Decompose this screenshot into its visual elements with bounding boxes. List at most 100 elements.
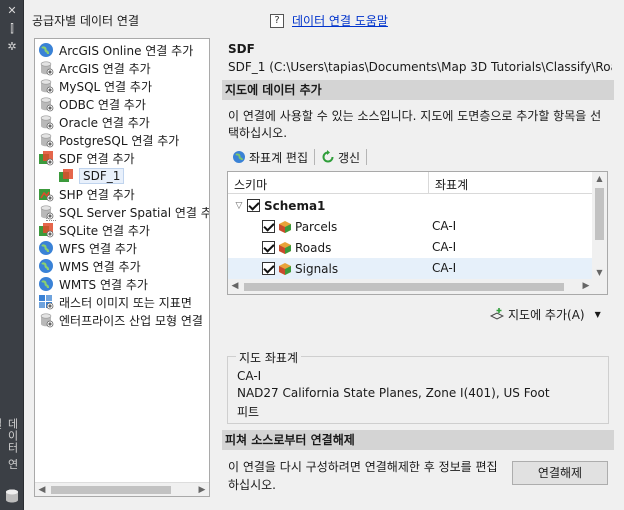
tree-item[interactable]: ArcGIS Online 연결 추가: [35, 41, 193, 59]
tree-item[interactable]: 엔터프라이즈 산업 모형 연결: [35, 311, 203, 329]
database-icon: [40, 205, 54, 220]
map-cs-unit: 피트: [237, 405, 260, 419]
tree-item-label: WMS 연결 추가: [59, 259, 141, 274]
tree-item-label: MySQL 연결 추가: [59, 79, 152, 94]
tree-item-label: Oracle 연결 추가: [59, 115, 150, 130]
connection-name: SDF: [228, 42, 255, 56]
add-to-map-label: 지도에 추가(A): [508, 307, 585, 322]
feature-class-cs: CA-I: [432, 219, 457, 233]
schema-toolbar: 좌표계 편집 갱신: [228, 146, 369, 168]
feature-class-row[interactable]: Parcels CA-I: [228, 216, 594, 237]
add-layer-icon: [490, 308, 504, 320]
schema-grid: 스키마 좌표계 ▽ Schema1 Parcels CA-I Roads CA-I Si…: [227, 171, 608, 295]
feature-class-icon: [279, 220, 291, 233]
tree-item[interactable]: ODBC 연결 추가: [35, 95, 146, 113]
tree-item[interactable]: WMS 연결 추가: [35, 257, 141, 275]
database-icon: [40, 115, 54, 130]
database-icon: [40, 97, 54, 112]
raster-icon: [39, 295, 54, 310]
map-cs-code: CA-I: [237, 369, 262, 383]
tree-item-label: 엔터프라이즈 산업 모형 연결: [59, 313, 203, 328]
feature-class-row[interactable]: Signals CA-I: [228, 258, 594, 279]
database-icon: [40, 133, 54, 148]
scroll-right-icon[interactable]: ▶: [579, 279, 593, 294]
dropdown-arrow-icon[interactable]: ▼: [595, 310, 601, 319]
schema-checkbox[interactable]: [247, 199, 260, 212]
disconnect-header: 피쳐 소스로부터 연결해제: [222, 430, 614, 450]
edit-cs-button[interactable]: 좌표계 편집: [228, 149, 312, 166]
tree-item-label: WFS 연결 추가: [59, 241, 137, 256]
database-icon: [40, 79, 54, 94]
tree-item-label: SHP 연결 추가: [59, 187, 135, 202]
tree-item[interactable]: WFS 연결 추가: [35, 239, 137, 257]
collapse-icon[interactable]: ▽: [231, 201, 247, 211]
database-icon: [6, 489, 18, 503]
palette-strip: ✕ ⫿ ✲ 데이터 연결: [0, 0, 24, 510]
scroll-thumb[interactable]: [595, 188, 604, 240]
tree-item[interactable]: Oracle 연결 추가: [35, 113, 150, 131]
tree-item-label: PostgreSQL 연결 추가: [59, 133, 180, 148]
grid-horizontal-scrollbar[interactable]: ◀ ▶: [228, 279, 607, 294]
database-icon: [40, 61, 54, 76]
scroll-thumb[interactable]: [244, 283, 564, 291]
tree-item[interactable]: SHP 연결 추가: [35, 185, 135, 203]
feature-class-cs: CA-I: [432, 240, 457, 254]
grid-header: 스키마 좌표계: [228, 172, 594, 194]
disconnect-button[interactable]: 연결해제: [512, 461, 608, 485]
tree-item-label: SDF 연결 추가: [59, 151, 135, 166]
feature-class-checkbox[interactable]: [262, 262, 275, 275]
tree-item-label: SDF_1: [79, 168, 125, 184]
globe-icon: [39, 241, 53, 255]
refresh-button[interactable]: 갱신: [317, 149, 364, 166]
scroll-up-icon[interactable]: ▲: [592, 172, 607, 186]
feature-class-checkbox[interactable]: [262, 241, 275, 254]
tree-item-sdf-1[interactable]: SDF_1: [55, 167, 125, 185]
schema-row[interactable]: ▽ Schema1: [228, 195, 594, 216]
disconnect-text: 이 연결을 다시 구성하려면 연결해제한 후 정보를 편집하십시오.: [228, 460, 498, 492]
refresh-label: 갱신: [338, 150, 361, 165]
tree-item-label: SQLite 연결 추가: [59, 223, 150, 238]
tree-item-label: WMTS 연결 추가: [59, 277, 148, 292]
tree-item[interactable]: 래스터 이미지 또는 지표면: [35, 293, 192, 311]
tree-item[interactable]: PostgreSQL 연결 추가: [35, 131, 179, 149]
feature-class-name: Parcels: [295, 219, 338, 234]
tree-item[interactable]: SDF 연결 추가: [35, 149, 135, 167]
tree-item[interactable]: MySQL 연결 추가: [35, 77, 152, 95]
feature-class-checkbox[interactable]: [262, 220, 275, 233]
tree-item-label: ODBC 연결 추가: [59, 97, 146, 112]
close-icon[interactable]: ✕: [4, 4, 20, 18]
tree-item[interactable]: WMTS 연결 추가: [35, 275, 148, 293]
pin-icon[interactable]: ⫿: [4, 22, 20, 36]
add-to-map-button[interactable]: 지도에 추가(A) ▼: [486, 304, 608, 324]
help-link-label[interactable]: 데이터 연결 도움말: [292, 12, 388, 29]
help-icon: ?: [270, 13, 284, 28]
feature-class-row[interactable]: Roads CA-I: [228, 237, 594, 258]
data-connect-pane: 공급자별 데이터 연결 ? 데이터 연결 도움말 ArcGIS Online 연…: [24, 0, 624, 510]
globe-icon: [39, 43, 53, 57]
tree-item[interactable]: ArcGIS 연결 추가: [35, 59, 151, 77]
feature-class-name: Signals: [295, 261, 339, 276]
shp-icon: [39, 189, 54, 202]
tree-item-label: 래스터 이미지 또는 지표면: [59, 295, 192, 310]
grid-vertical-scrollbar[interactable]: ▲ ▼: [592, 172, 607, 280]
scroll-left-icon[interactable]: ◀: [228, 279, 242, 294]
tree-item[interactable]: SQL Server Spatial 연결 추가: [35, 203, 209, 221]
column-schema[interactable]: 스키마: [234, 176, 267, 193]
help-link[interactable]: ? 데이터 연결 도움말: [270, 12, 388, 29]
settings-icon[interactable]: ✲: [4, 40, 20, 54]
map-cs-group: 지도 좌표계 CA-I NAD27 California State Plane…: [227, 349, 609, 424]
column-cs[interactable]: 좌표계: [428, 172, 474, 194]
add-to-map-header: 지도에 데이터 추가: [222, 80, 614, 100]
scroll-down-icon[interactable]: ▼: [592, 266, 607, 280]
providers-title: 공급자별 데이터 연결: [32, 14, 139, 28]
tree-item[interactable]: SQLite 연결 추가: [35, 221, 150, 239]
palette-title: 데이터 연결: [0, 418, 19, 471]
feature-class-name: Roads: [295, 240, 332, 255]
globe-icon: [39, 259, 53, 273]
scroll-left-icon[interactable]: ◀: [35, 483, 49, 496]
schema-name: Schema1: [264, 198, 326, 213]
sdf-file-icon: [59, 169, 73, 182]
tree-horizontal-scrollbar[interactable]: ◀ ▶: [35, 482, 209, 496]
scroll-thumb[interactable]: [51, 486, 171, 494]
scroll-right-icon[interactable]: ▶: [195, 483, 209, 496]
